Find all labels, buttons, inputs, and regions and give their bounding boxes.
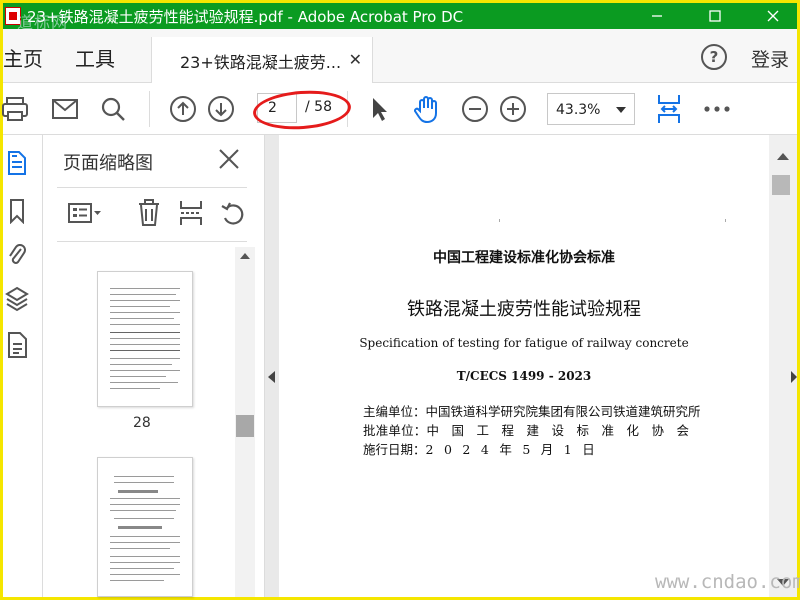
window-title: 23+铁路混凝土疲劳性能试验规程.pdf - Adobe Acrobat Pro… xyxy=(27,7,464,26)
extract-page-icon[interactable] xyxy=(175,197,207,229)
left-rail xyxy=(3,135,43,597)
title-bar: 23+铁路混凝土疲劳性能试验规程.pdf - Adobe Acrobat Pro… xyxy=(3,3,800,32)
zoom-out-icon[interactable] xyxy=(459,93,491,125)
thumbnail-options-icon[interactable] xyxy=(65,197,105,229)
panel-splitter[interactable] xyxy=(265,135,279,597)
close-icon xyxy=(767,10,779,22)
chevron-down-icon xyxy=(616,107,626,113)
nav-tools[interactable]: 工具 xyxy=(75,43,115,72)
zoom-select[interactable]: 43.3% xyxy=(547,93,635,125)
doc-date-label: 施行日期： xyxy=(363,442,426,457)
doc-approver-label: 批准单位： xyxy=(363,423,427,438)
doc-code: T/CECS 1499 - 2023 xyxy=(456,369,592,383)
login-link[interactable]: 登录 xyxy=(751,45,789,72)
layers-icon[interactable] xyxy=(3,285,31,313)
scroll-up-icon[interactable] xyxy=(777,153,789,160)
document-scrollbar[interactable] xyxy=(769,135,797,597)
close-window-button[interactable] xyxy=(745,3,800,29)
page-mark xyxy=(725,219,726,222)
select-cursor-icon[interactable] xyxy=(363,93,395,125)
attachment-icon[interactable] xyxy=(3,241,31,269)
previous-page-icon[interactable] xyxy=(167,93,199,125)
doc-organization: 中国工程建设标准化协会标准 xyxy=(433,250,615,266)
page-thumbnail[interactable] xyxy=(97,271,193,407)
site-watermark: www.cndao.com xyxy=(655,571,800,593)
maximize-icon xyxy=(709,10,721,22)
minimize-button[interactable] xyxy=(629,3,685,29)
page-thumbnails-icon[interactable] xyxy=(3,149,31,177)
doc-approver-value: 中国工程建设标准化协会 xyxy=(426,423,702,438)
hand-tool-icon[interactable] xyxy=(411,93,443,125)
delete-page-icon[interactable] xyxy=(133,197,165,229)
close-panel-icon[interactable] xyxy=(217,147,241,171)
tab-bar: 主页 工具 23+铁路混凝土疲劳... ✕ ? 登录 xyxy=(3,29,797,84)
fit-width-icon[interactable] xyxy=(653,93,685,125)
document-tab[interactable]: 23+铁路混凝土疲劳... ✕ xyxy=(151,37,373,84)
toolbar: 2 / 58 43.3% xyxy=(0,83,797,135)
doc-approver: 批准单位：中国工程建设标准化协会 xyxy=(363,420,702,439)
doc-date-value: 2024年5月1日 xyxy=(425,442,606,457)
next-page-icon[interactable] xyxy=(205,93,237,125)
panel-scrollbar[interactable] xyxy=(235,247,255,597)
thumbnail-page-label: 28 xyxy=(133,415,151,431)
thumbnails-panel: 页面缩略图 28 xyxy=(43,135,265,597)
doc-editor-label: 主编单位： xyxy=(363,404,426,419)
doc-editor-value: 中国铁道科学研究院集团有限公司铁道建筑研究所 xyxy=(425,404,701,419)
doc-title: 铁路混凝土疲劳性能试验规程 xyxy=(407,299,641,320)
rotate-icon[interactable] xyxy=(217,197,249,229)
scroll-up-icon[interactable] xyxy=(240,253,250,259)
bookmark-icon[interactable] xyxy=(3,197,31,225)
expand-right-pane-icon[interactable] xyxy=(791,371,797,383)
toolbar-divider xyxy=(149,91,150,127)
document-properties-icon[interactable] xyxy=(3,331,31,359)
page-thumbnail[interactable] xyxy=(97,457,193,597)
maximize-button[interactable] xyxy=(687,3,743,29)
doc-editor: 主编单位：中国铁道科学研究院集团有限公司铁道建筑研究所 xyxy=(363,401,701,420)
zoom-in-icon[interactable] xyxy=(497,93,529,125)
more-options-icon[interactable] xyxy=(701,93,733,125)
scrollbar-thumb[interactable] xyxy=(772,175,790,195)
page-mark xyxy=(499,219,500,222)
email-icon[interactable] xyxy=(49,93,81,125)
scrollbar-thumb[interactable] xyxy=(236,415,254,437)
document-viewport: 中国工程建设标准化协会标准 铁路混凝土疲劳性能试验规程 Specificatio… xyxy=(279,135,797,597)
help-icon[interactable]: ? xyxy=(701,44,727,70)
minimize-icon xyxy=(652,15,662,17)
collapse-panel-icon[interactable] xyxy=(268,371,275,383)
doc-english-title: Specification of testing for fatigue of … xyxy=(359,336,689,350)
doc-effective-date: 施行日期：2024年5月1日 xyxy=(363,439,605,458)
search-icon[interactable] xyxy=(97,93,129,125)
panel-title: 页面缩略图 xyxy=(63,153,153,174)
pdf-page: 中国工程建设标准化协会标准 铁路混凝土疲劳性能试验规程 Specificatio… xyxy=(279,135,769,597)
print-icon[interactable] xyxy=(0,93,31,125)
panel-divider xyxy=(57,241,247,242)
document-tab-label: 23+铁路混凝土疲劳... xyxy=(180,52,342,72)
tab-close-icon[interactable]: ✕ xyxy=(349,50,362,69)
nav-home[interactable]: 主页 xyxy=(3,43,43,72)
zoom-value: 43.3% xyxy=(556,102,601,118)
panel-divider xyxy=(57,187,247,188)
